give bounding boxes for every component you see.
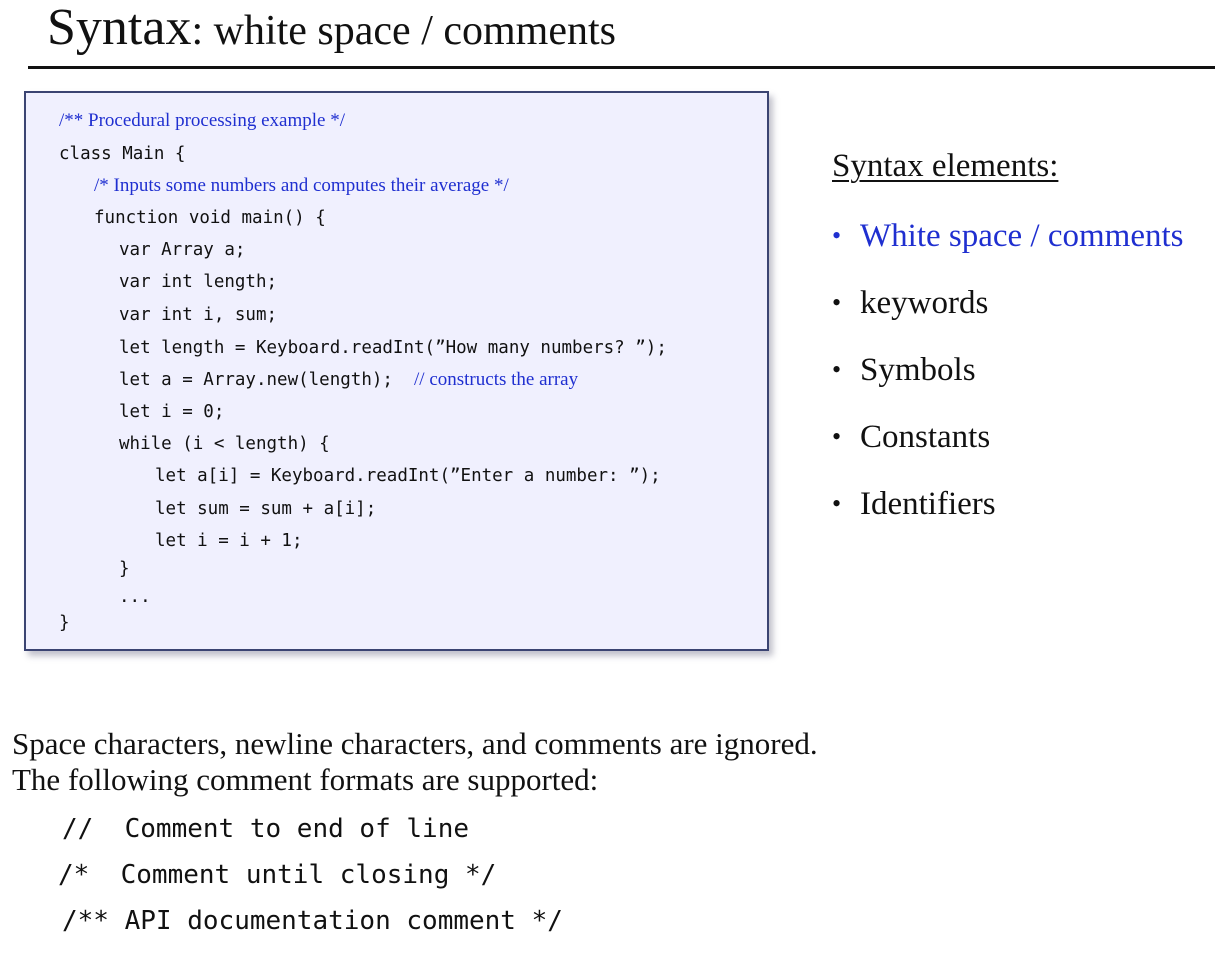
comment-format-block: /* Comment until closing */ <box>58 860 496 890</box>
slide-title: Syntax: white space / comments <box>47 2 616 54</box>
bullet-icon: • <box>832 221 842 250</box>
description-line-2: The following comment formats are suppor… <box>12 762 599 797</box>
code-line-3: /* Inputs some numbers and computes thei… <box>94 175 509 197</box>
description-line-1: Space characters, newline characters, an… <box>12 726 818 761</box>
bullet-icon: • <box>832 489 842 518</box>
syntax-element-keywords: • keywords <box>832 285 989 321</box>
slide-title-main: Syntax <box>47 0 192 56</box>
comment-format-api: /** API documentation comment */ <box>62 906 563 936</box>
code-comment: /** Procedural processing example */ <box>59 110 345 131</box>
code-line-7: var int i, sum; <box>119 305 278 325</box>
title-divider <box>28 66 1215 69</box>
syntax-elements-list: • White space / comments • keywords • Symbo… <box>832 216 1183 551</box>
comment-format-line: // Comment to end of line <box>62 814 469 844</box>
code-line-1: /** Procedural processing example */ <box>59 110 345 132</box>
bullet-icon: • <box>832 355 842 384</box>
comment-format-marker: /* <box>58 860 90 890</box>
comment-format-marker: // <box>62 814 94 844</box>
code-line-10: let i = 0; <box>119 402 225 422</box>
comment-format-marker: /** <box>62 906 109 936</box>
code-line-4: function void main() { <box>94 208 326 228</box>
comment-format-description: Comment until closing */ <box>120 860 497 890</box>
code-line-17: } <box>59 613 70 633</box>
code-line-16: ... <box>119 587 151 607</box>
code-line-11: while (i < length) { <box>119 434 330 454</box>
comment-format-description: Comment to end of line <box>124 814 469 844</box>
bullet-icon: • <box>832 422 842 451</box>
syntax-element-identifiers: • Identifiers <box>832 486 996 522</box>
comment-format-description: API documentation comment */ <box>124 906 563 936</box>
syntax-elements-heading: Syntax elements: <box>832 148 1059 184</box>
code-example-box: /** Procedural processing example */ cla… <box>24 91 769 651</box>
code-line-13: let sum = sum + a[i]; <box>155 499 377 519</box>
code-line-5: var Array a; <box>119 240 246 260</box>
code-line-6: var int length; <box>119 272 278 292</box>
code-comment: // constructs the array <box>414 369 579 390</box>
bullet-icon: • <box>832 288 842 317</box>
code-line-2: class Main { <box>59 144 186 164</box>
code-line-9: let a = Array.new(length); // constructs… <box>119 369 579 390</box>
code-line-14: let i = i + 1; <box>155 531 303 551</box>
syntax-element-white-space: • White space / comments <box>832 218 1184 254</box>
code-line-12: let a[i] = Keyboard.readInt(”Enter a num… <box>155 466 661 486</box>
syntax-element-symbols: • Symbols <box>832 352 976 388</box>
code-comment: /* Inputs some numbers and computes thei… <box>94 175 509 196</box>
code-line-8: let length = Keyboard.readInt(”How many … <box>119 338 667 358</box>
syntax-element-constants: • Constants <box>832 419 991 455</box>
slide-title-rest: : white space / comments <box>191 8 617 54</box>
code-line-15: } <box>119 559 130 579</box>
